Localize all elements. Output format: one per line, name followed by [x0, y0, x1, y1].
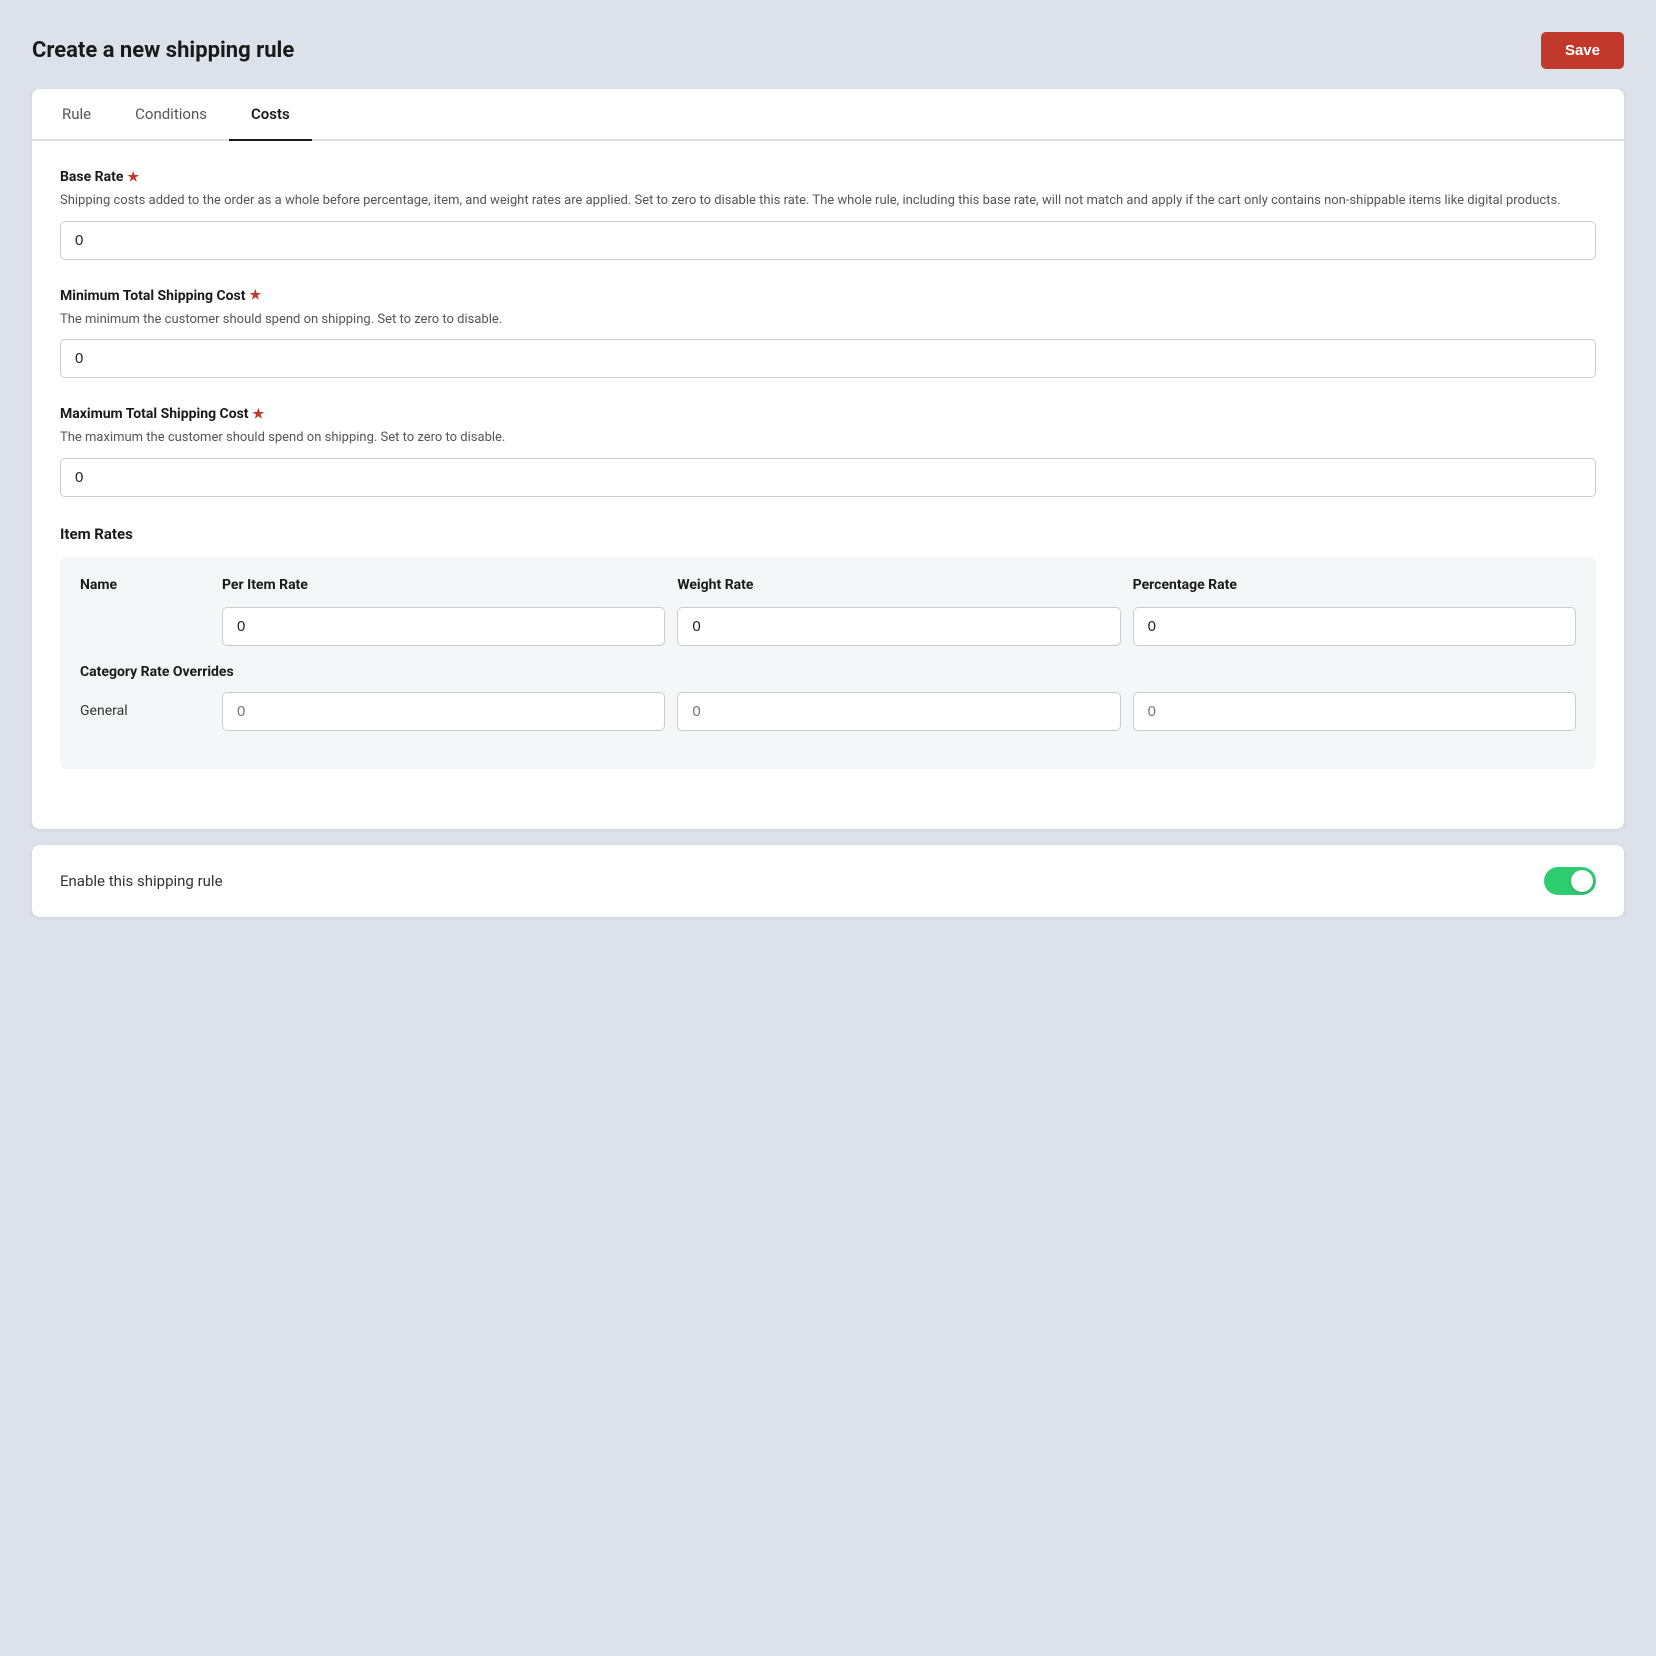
- main-card: Rule Conditions Costs Base Rate ★ Shippi…: [32, 89, 1624, 829]
- base-rate-desc: Shipping costs added to the order as a w…: [60, 191, 1596, 211]
- general-percentage-input[interactable]: [1133, 692, 1576, 731]
- enable-toggle[interactable]: [1544, 867, 1596, 895]
- general-per-item-input[interactable]: [222, 692, 665, 731]
- tab-rule[interactable]: Rule: [40, 89, 113, 141]
- min-total-group: Minimum Total Shipping Cost ★ The minimu…: [60, 288, 1596, 379]
- default-percentage-input[interactable]: [1133, 607, 1576, 646]
- max-total-input[interactable]: [60, 458, 1596, 497]
- col-percentage: Percentage Rate: [1133, 577, 1576, 593]
- category-overrides-label: Category Rate Overrides: [80, 664, 1576, 680]
- min-total-desc: The minimum the customer should spend on…: [60, 310, 1596, 330]
- save-button[interactable]: Save: [1541, 32, 1624, 69]
- col-weight: Weight Rate: [677, 577, 1120, 593]
- min-total-input[interactable]: [60, 339, 1596, 378]
- max-total-required: ★: [253, 407, 265, 422]
- max-total-group: Maximum Total Shipping Cost ★ The maximu…: [60, 406, 1596, 497]
- max-total-label: Maximum Total Shipping Cost ★: [60, 406, 1596, 422]
- toggle-track: [1544, 867, 1596, 895]
- rates-header-row: Name Per Item Rate Weight Rate Percentag…: [80, 577, 1576, 593]
- rates-default-row: [80, 607, 1576, 646]
- general-weight-input[interactable]: [677, 692, 1120, 731]
- item-rates-group: Item Rates Name Per Item Rate Weight Rat…: [60, 525, 1596, 769]
- default-weight-input[interactable]: [677, 607, 1120, 646]
- rates-table: Name Per Item Rate Weight Rate Percentag…: [60, 557, 1596, 769]
- page-title: Create a new shipping rule: [32, 38, 294, 63]
- general-label: General: [80, 703, 210, 719]
- item-rates-label: Item Rates: [60, 525, 1596, 543]
- tab-conditions[interactable]: Conditions: [113, 89, 229, 141]
- col-name: Name: [80, 577, 210, 593]
- form-content: Base Rate ★ Shipping costs added to the …: [32, 141, 1624, 829]
- default-per-item-input[interactable]: [222, 607, 665, 646]
- min-total-required: ★: [249, 288, 261, 303]
- tab-bar: Rule Conditions Costs: [32, 89, 1624, 141]
- max-total-desc: The maximum the customer should spend on…: [60, 428, 1596, 448]
- toggle-label: Enable this shipping rule: [60, 872, 223, 890]
- min-total-label: Minimum Total Shipping Cost ★: [60, 288, 1596, 304]
- col-per-item: Per Item Rate: [222, 577, 665, 593]
- toggle-thumb: [1571, 870, 1593, 892]
- category-general-row: General: [80, 692, 1576, 731]
- base-rate-label: Base Rate ★: [60, 169, 1596, 185]
- tab-costs[interactable]: Costs: [229, 89, 312, 141]
- enable-toggle-card: Enable this shipping rule: [32, 845, 1624, 917]
- base-rate-input[interactable]: [60, 221, 1596, 260]
- base-rate-required: ★: [127, 170, 139, 185]
- base-rate-group: Base Rate ★ Shipping costs added to the …: [60, 169, 1596, 260]
